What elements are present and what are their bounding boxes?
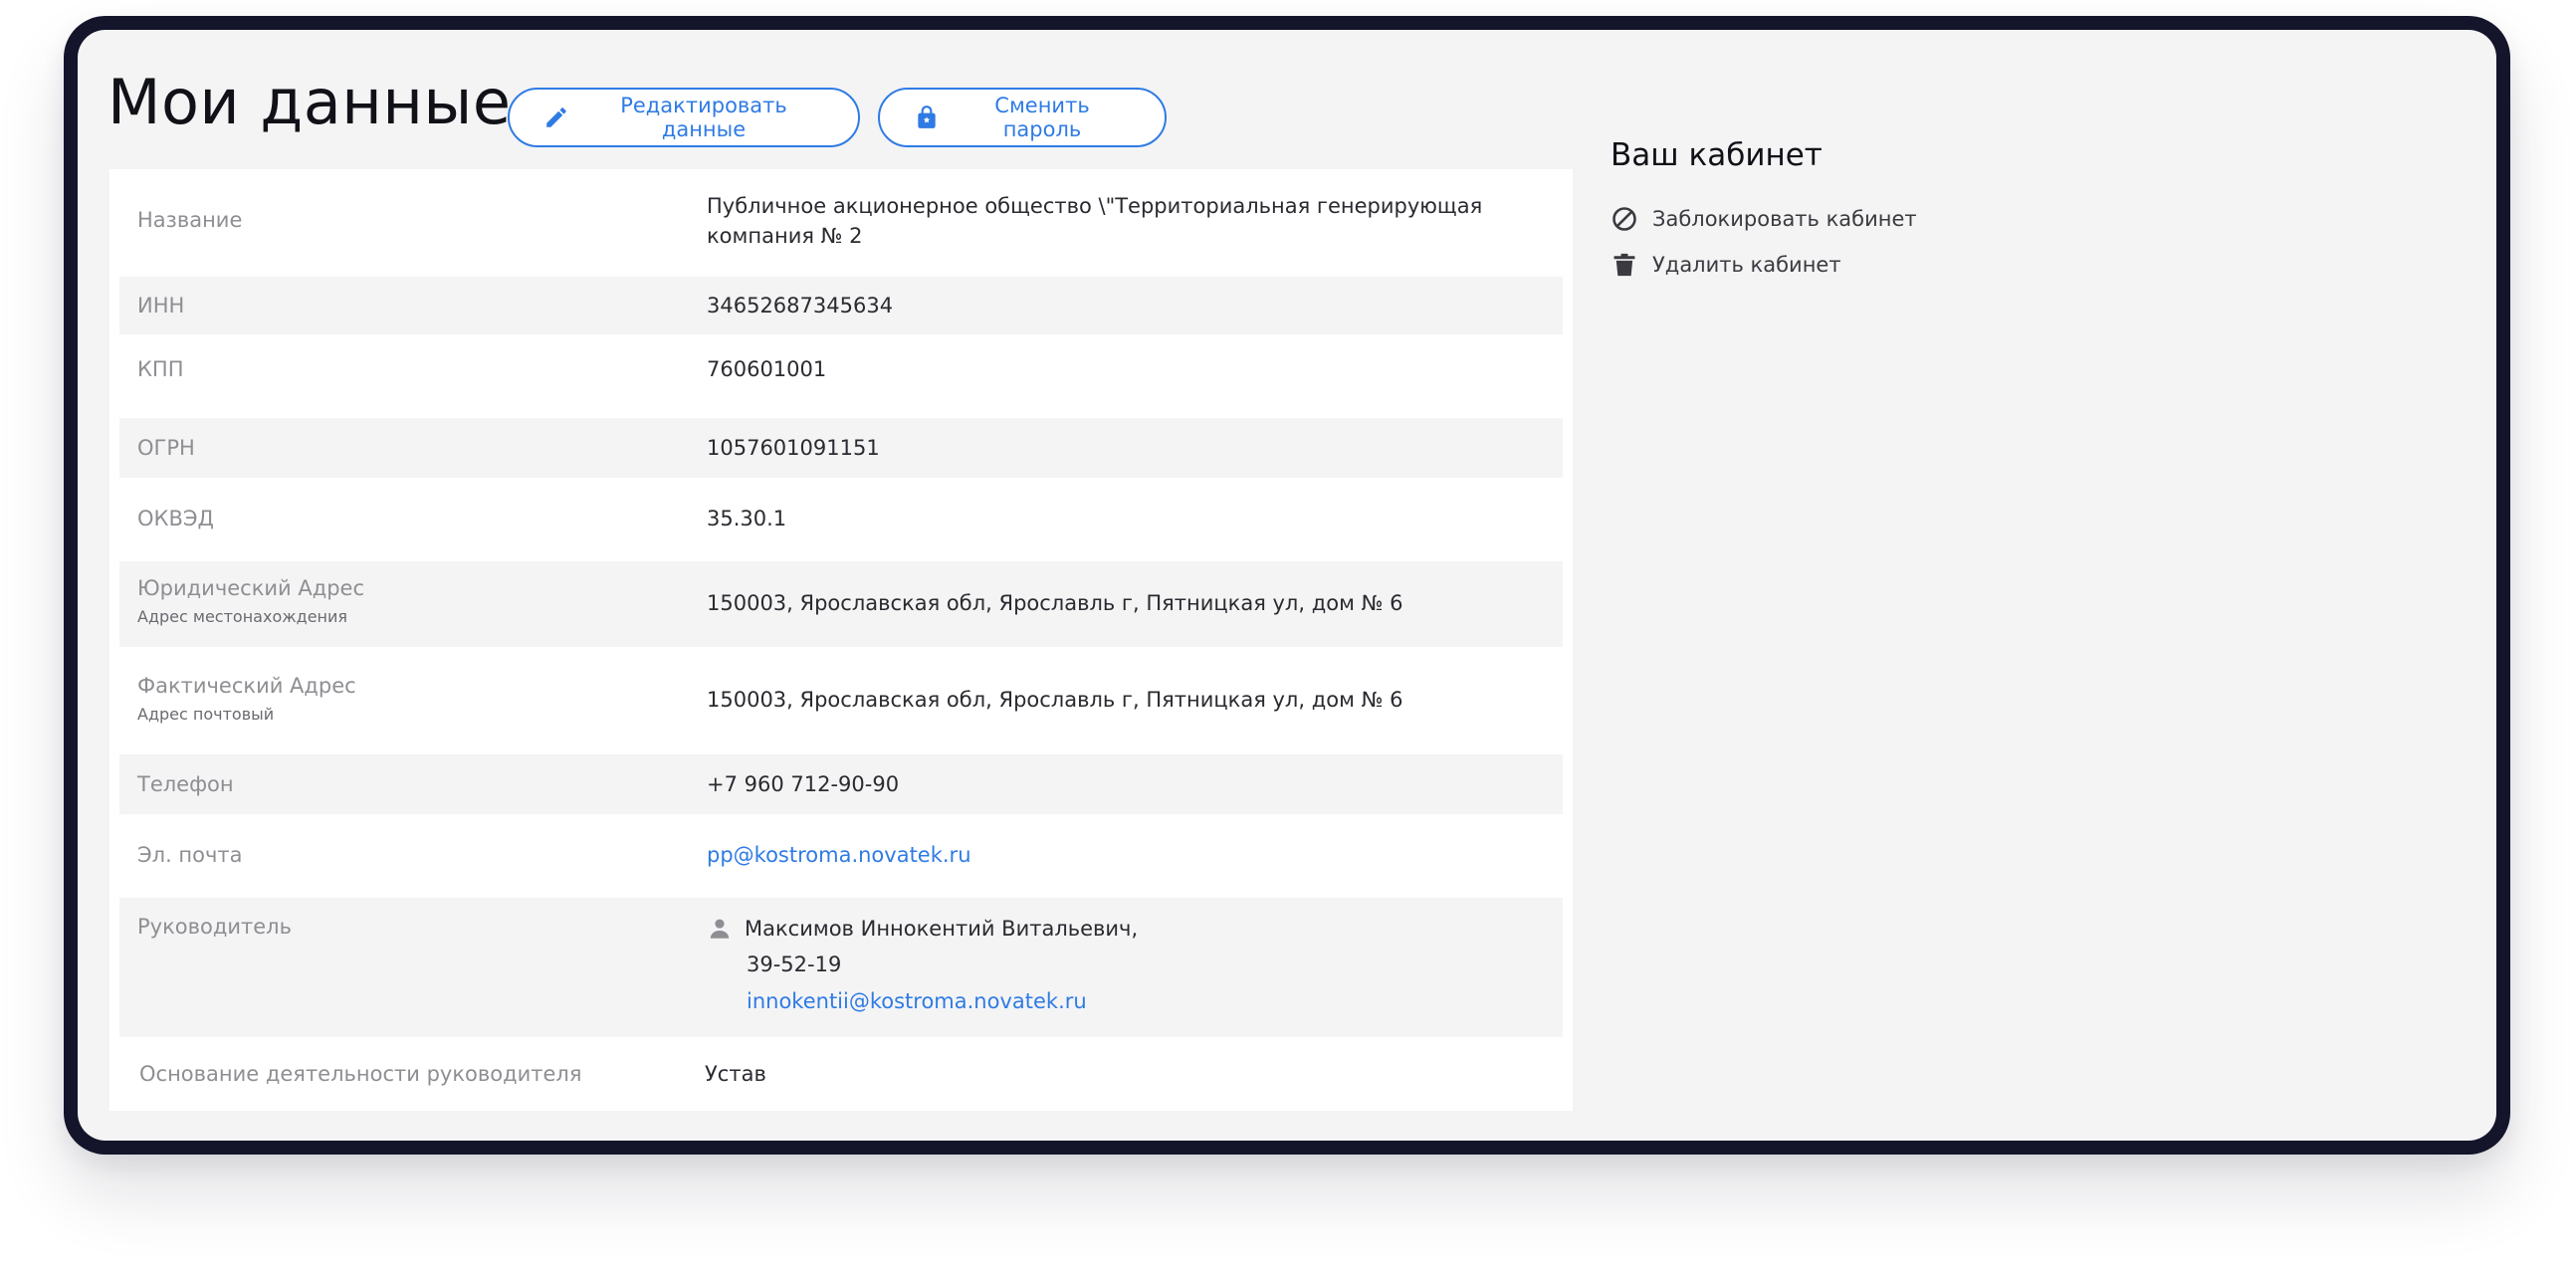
- page-title: Мои данные: [107, 66, 512, 138]
- director-label: Руководитель: [137, 915, 292, 939]
- legal-address-label: Юридический Адрес: [137, 576, 365, 600]
- ogrn-value: 1057601091151: [707, 436, 880, 460]
- director-phone: 39-52-19: [747, 952, 842, 976]
- row-director-basis: Основание деятельности руководителя Уста…: [119, 1037, 1563, 1111]
- director-basis-value: Устав: [705, 1062, 766, 1086]
- edit-data-label: Редактировать данные: [620, 94, 787, 141]
- delete-cabinet-label: Удалить кабинет: [1652, 253, 1841, 277]
- lock-icon: [914, 105, 940, 130]
- row-actual-address: Фактический Адрес Адрес почтовый 150003,…: [119, 647, 1563, 750]
- okved-label: ОКВЭД: [137, 507, 214, 530]
- ogrn-label: ОГРН: [137, 436, 195, 460]
- phone-label: Телефон: [137, 772, 234, 796]
- block-cabinet-action[interactable]: Заблокировать кабинет: [1610, 205, 1917, 233]
- edit-data-button[interactable]: Редактировать данные: [508, 88, 860, 147]
- actual-address-label: Фактический Адрес: [137, 674, 356, 698]
- trash-icon: [1610, 251, 1638, 279]
- name-value: Публичное акционерное общество \"Террито…: [707, 194, 1483, 248]
- delete-cabinet-action[interactable]: Удалить кабинет: [1610, 251, 1841, 279]
- director-basis-label: Основание деятельности руководителя: [139, 1062, 582, 1086]
- row-email: Эл. почта pp@kostroma.novatek.ru: [119, 814, 1563, 898]
- block-cabinet-label: Заблокировать кабинет: [1652, 207, 1917, 231]
- phone-value: +7 960 712-90-90: [707, 772, 900, 796]
- device-frame: Мои данные Редактировать данные Сменить …: [64, 16, 2510, 1155]
- row-inn: ИНН 34652687345634: [119, 277, 1563, 334]
- row-ogrn: ОГРН 1057601091151: [119, 418, 1563, 478]
- row-kpp: КПП 760601001: [119, 334, 1563, 406]
- actual-address-value: 150003, Ярославская обл, Ярославль г, Пя…: [707, 688, 1403, 712]
- legal-address-value: 150003, Ярославская обл, Ярославль г, Пя…: [707, 591, 1403, 615]
- pencil-icon: [543, 105, 569, 130]
- cabinet-title: Ваш кабинет: [1610, 137, 1823, 173]
- director-name-line: Максимов Иннокентий Витальевич,: [707, 914, 1138, 944]
- kpp-label: КПП: [137, 357, 184, 381]
- row-phone: Телефон +7 960 712-90-90: [119, 754, 1563, 814]
- legal-address-sublabel: Адрес местонахождения: [137, 607, 348, 626]
- row-okved: ОКВЭД 35.30.1: [119, 478, 1563, 559]
- block-icon: [1610, 205, 1638, 233]
- app-screen: Мои данные Редактировать данные Сменить …: [78, 30, 2496, 1141]
- kpp-value: 760601001: [707, 357, 827, 381]
- inn-label: ИНН: [137, 294, 185, 317]
- details-card: Название Публичное акционерное общество …: [109, 169, 1573, 1111]
- inn-value: 34652687345634: [707, 294, 894, 317]
- actual-address-sublabel: Адрес почтовый: [137, 705, 275, 724]
- email-label: Эл. почта: [137, 843, 243, 867]
- director-name: Максимов Иннокентий Витальевич,: [745, 917, 1139, 941]
- name-label: Название: [137, 208, 243, 232]
- change-password-label: Сменить пароль: [994, 94, 1090, 141]
- change-password-button[interactable]: Сменить пароль: [878, 88, 1167, 147]
- director-email-link[interactable]: innokentii@kostroma.novatek.ru: [747, 986, 1087, 1016]
- row-name: Название Публичное акционерное общество …: [119, 169, 1563, 271]
- email-link[interactable]: pp@kostroma.novatek.ru: [707, 840, 971, 870]
- person-icon: [707, 916, 733, 942]
- okved-value: 35.30.1: [707, 507, 787, 530]
- row-director: Руководитель Максимов Иннокентий Виталье…: [119, 898, 1563, 1037]
- row-legal-address: Юридический Адрес Адрес местонахождения …: [119, 561, 1563, 647]
